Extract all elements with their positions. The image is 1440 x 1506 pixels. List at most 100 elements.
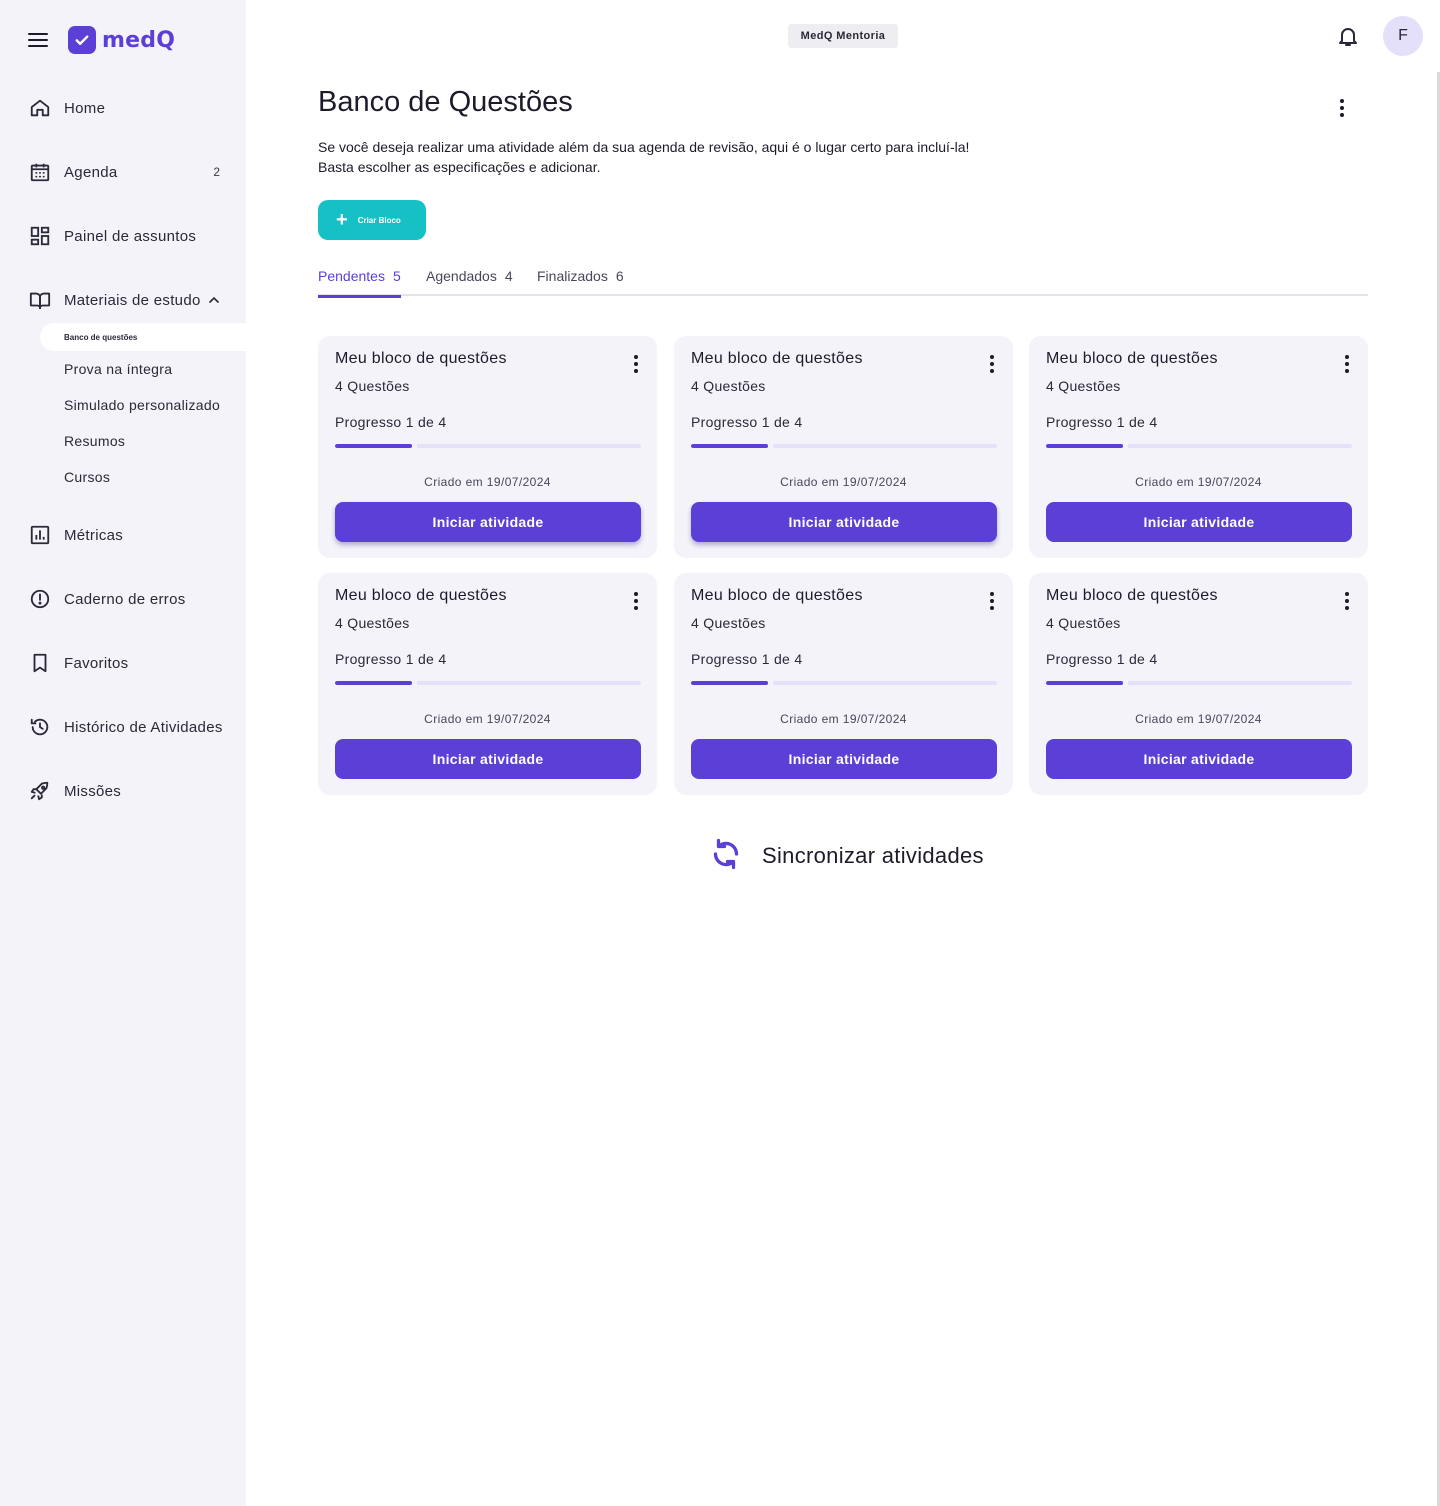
more-vertical-icon[interactable] [980,589,1004,613]
sidebar-item-metricas[interactable]: Métricas [28,519,224,551]
more-vertical-icon[interactable] [624,352,648,376]
sidebar: medQ Home Agenda 2 Painel de assuntos Ma… [0,0,246,1506]
card-title: Meu bloco de questões [1046,587,1218,604]
tab-finalizados[interactable]: Finalizados 6 [537,268,624,296]
card-created-date: Criado em 19/07/2024 [780,475,907,489]
tab-pendentes[interactable]: Pendentes 5 [318,268,401,298]
chevron-up-icon[interactable] [204,290,224,310]
sidebar-item-favoritos[interactable]: Favoritos [28,647,224,679]
sidebar-item-label: Materiais de estudo [64,291,201,309]
page-title: Banco de Questões [318,86,573,118]
question-block-card: Meu bloco de questões 4 Questões Progres… [318,336,657,558]
sidebar-item-agenda[interactable]: Agenda 2 [28,156,224,188]
sidebar-subitem-prova-na-integra[interactable]: Prova na íntegra [64,361,172,377]
card-question-count: 4 Questões [1046,378,1121,394]
create-block-label: Criar Bloco [357,215,401,225]
sidebar-item-label: Painel de assuntos [64,227,197,245]
card-question-count: 4 Questões [335,615,410,631]
more-vertical-icon[interactable] [1330,96,1354,120]
menu-icon[interactable] [28,28,52,52]
start-activity-button[interactable]: Iniciar atividade [691,739,997,779]
more-vertical-icon[interactable] [1335,352,1359,376]
card-title: Meu bloco de questões [691,350,863,367]
sidebar-item-label: Métricas [64,526,124,544]
sidebar-item-historico-de-atividades[interactable]: Histórico de Atividades [28,711,224,743]
tab-count: 4 [504,268,513,284]
sidebar-item-home[interactable]: Home [28,92,224,124]
start-activity-button[interactable]: Iniciar atividade [1046,739,1352,779]
progress-bar [691,681,997,685]
card-created-date: Criado em 19/07/2024 [424,712,551,726]
card-progress-label: Progresso 1 de 4 [335,414,447,430]
more-vertical-icon[interactable] [980,352,1004,376]
card-created-date: Criado em 19/07/2024 [1135,475,1262,489]
brand-header: medQ [28,24,175,56]
sidebar-item-materiais-de-estudo[interactable]: Materiais de estudo [28,284,224,316]
card-created-date: Criado em 19/07/2024 [424,475,551,489]
start-activity-button[interactable]: Iniciar atividade [335,739,641,779]
more-vertical-icon[interactable] [1335,589,1359,613]
mentoria-chip[interactable]: MedQ Mentoria [788,24,898,48]
page-description: Se você deseja realizar uma atividade al… [318,137,969,177]
rocket-icon [28,779,52,803]
more-vertical-icon[interactable] [624,589,648,613]
card-progress-label: Progresso 1 de 4 [335,651,447,667]
card-title: Meu bloco de questões [335,587,507,604]
bell-icon[interactable] [1336,24,1360,48]
card-progress-label: Progresso 1 de 4 [691,414,803,430]
sidebar-subitem-label: Banco de questões [64,332,138,342]
card-title: Meu bloco de questões [1046,350,1218,367]
sidebar-item-painel-de-assuntos[interactable]: Painel de assuntos [28,220,224,252]
description-line-1: Se você deseja realizar uma atividade al… [318,139,970,155]
bar-chart-icon [28,523,52,547]
tab-agendados[interactable]: Agendados 4 [426,268,513,296]
tab-count: 5 [392,268,401,284]
dashboard-icon [28,224,52,248]
card-question-count: 4 Questões [691,378,766,394]
sidebar-item-label: Agenda [64,163,118,181]
progress-bar [691,444,997,448]
sidebar-subitem-banco-de-questoes[interactable]: Banco de questões [40,323,246,351]
progress-bar [1046,681,1352,685]
card-question-count: 4 Questões [335,378,410,394]
tab-label: Agendados [426,268,497,284]
sidebar-item-label: Missões [64,782,122,800]
logo-check-icon [68,26,96,54]
sync-label: Sincronizar atividades [762,843,984,868]
start-activity-button[interactable]: Iniciar atividade [335,502,641,542]
logo-text: medQ [102,27,176,53]
card-title: Meu bloco de questões [335,350,507,367]
sidebar-item-caderno-de-erros[interactable]: Caderno de erros [28,583,224,615]
create-block-button[interactable]: + Criar Bloco [318,200,426,240]
calendar-icon [28,160,52,184]
tab-label: Finalizados [537,268,608,284]
sidebar-item-label: Caderno de erros [64,590,186,608]
avatar[interactable]: F [1383,16,1423,56]
sidebar-subitem-resumos[interactable]: Resumos [64,433,125,449]
progress-bar [1046,444,1352,448]
bookmark-icon [28,651,52,675]
question-block-card: Meu bloco de questões 4 Questões Progres… [1029,573,1368,795]
sidebar-item-label: Histórico de Atividades [64,718,223,736]
start-activity-button[interactable]: Iniciar atividade [1046,502,1352,542]
start-activity-button[interactable]: Iniciar atividade [691,502,997,542]
home-icon [28,96,52,120]
sidebar-subitem-simulado-personalizado[interactable]: Simulado personalizado [64,397,220,413]
progress-bar [335,444,641,448]
logo[interactable]: medQ [68,26,175,54]
sidebar-subitem-cursos[interactable]: Cursos [64,469,110,485]
progress-bar [335,681,641,685]
card-progress-label: Progresso 1 de 4 [691,651,803,667]
card-question-count: 4 Questões [1046,615,1121,631]
card-progress-label: Progresso 1 de 4 [1046,651,1158,667]
sidebar-item-missoes[interactable]: Missões [28,775,224,807]
tab-label: Pendentes [318,268,385,284]
question-block-card: Meu bloco de questões 4 Questões Progres… [318,573,657,795]
card-title: Meu bloco de questões [691,587,863,604]
tab-count: 6 [615,268,624,284]
card-progress-label: Progresso 1 de 4 [1046,414,1158,430]
book-icon [28,288,52,312]
card-created-date: Criado em 19/07/2024 [780,712,907,726]
description-line-2: Basta escolher as especificações e adici… [318,159,601,175]
sync-activities-button[interactable]: Sincronizar atividades [708,836,984,876]
